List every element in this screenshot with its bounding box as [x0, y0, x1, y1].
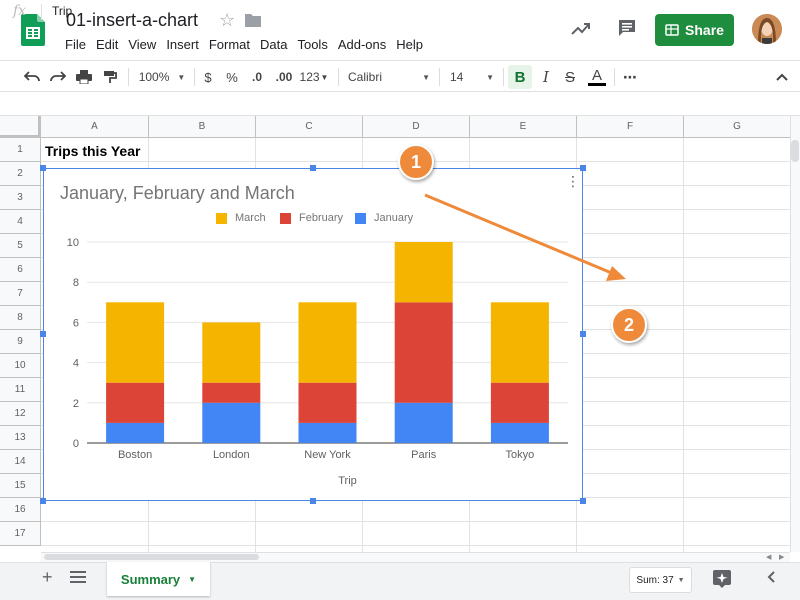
all-sheets-list-icon[interactable] — [70, 570, 86, 584]
collapse-side-panel-icon[interactable] — [767, 570, 775, 586]
sum-indicator[interactable]: Sum: 37 ▼ — [629, 567, 692, 593]
chevron-down-icon: ▼ — [188, 574, 197, 584]
add-sheet-plus-icon[interactable]: + — [42, 567, 53, 588]
callout-arrow — [424, 193, 626, 281]
sum-label: Sum: 37 — [636, 574, 674, 586]
callout-marker-1: 1 — [398, 144, 434, 180]
chevron-down-icon: ▼ — [677, 576, 685, 584]
sheet-tab-label: Summary — [120, 571, 181, 587]
callout-marker-2: 2 — [611, 307, 647, 343]
sheet-tab-summary[interactable]: Summary ▼ — [107, 562, 210, 596]
explore-icon[interactable] — [712, 569, 732, 589]
